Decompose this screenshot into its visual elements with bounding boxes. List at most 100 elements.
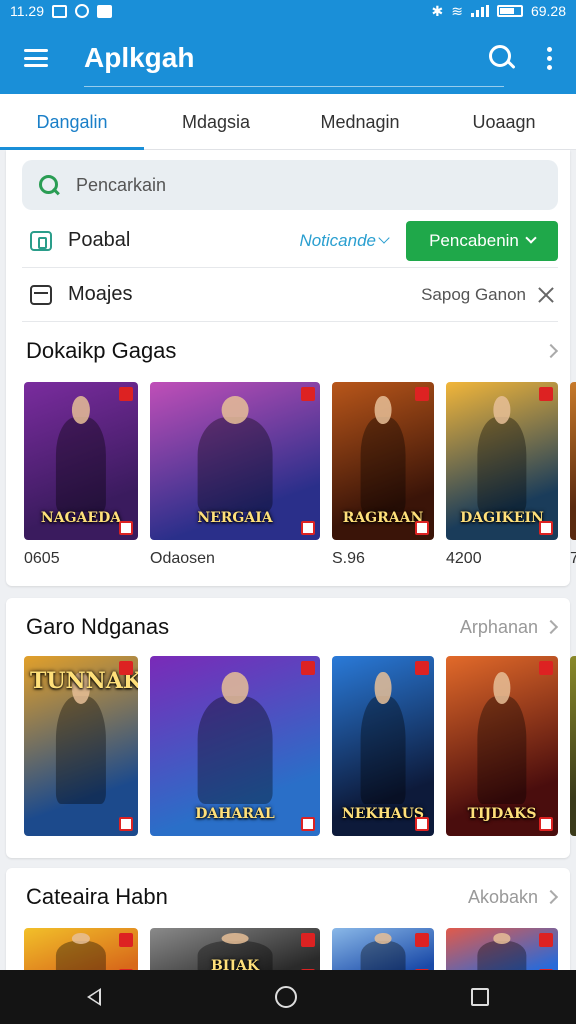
game-item[interactable]: DAHARAL [150,656,320,846]
game-meta: 4200 [446,550,482,567]
more-vert-icon[interactable] [547,46,552,70]
game-meta: S.96 [332,550,365,567]
publisher-badge-icon [301,933,315,947]
filter-row-category: Moajes Sapog Ganon [22,268,558,322]
app-bar: Aplkgah [0,22,576,94]
home-icon[interactable] [275,986,297,1008]
publisher-badge-icon [119,387,133,401]
chevron-down-icon [525,231,537,244]
section-title: Dokaikp Gagas [26,338,177,363]
game-cover[interactable]: NEKHAUS [332,656,434,836]
section-header: Garo Ndganas Arphanan [26,612,559,642]
game-cover[interactable]: NAGAEDA [24,382,138,540]
recents-icon[interactable] [471,988,489,1006]
rating-badge-icon [301,817,315,831]
chevron-right-icon [543,889,559,905]
search-icon [38,174,60,196]
publisher-badge-icon [301,387,315,401]
publisher-badge-icon [539,387,553,401]
primary-dropdown-button[interactable]: Pencabenin [406,220,558,261]
publisher-badge-icon [415,387,429,401]
game-logo: NERGAIA [197,510,273,526]
close-icon[interactable] [536,285,556,305]
game-logo: TIJDAKS [467,806,537,822]
publisher-badge-icon [539,933,553,947]
hero-figure [55,671,107,804]
chevron-right-icon [543,343,559,359]
filter-row-device: Poabal Noticande Pencabenin [22,214,558,268]
publisher-badge-icon [415,933,429,947]
game-item[interactable]: TUNNAK [24,656,138,846]
rating-badge-icon [415,521,429,535]
filter-dropdown-text: Noticande [299,230,376,250]
filter-dropdown-link[interactable]: Noticande [299,230,390,251]
game-cover[interactable]: RAGRAAN [332,382,434,540]
menu-icon[interactable] [24,49,48,67]
game-meta: Odaosen [150,550,215,567]
rating-badge-icon [539,521,553,535]
game-meta: 0605 [24,550,60,567]
rating-badge-icon [301,521,315,535]
game-cover[interactable]: TUNNAK [24,656,138,836]
game-logo: TUNNAK [30,668,138,694]
hero-figure [360,395,406,512]
game-item[interactable]: NERGAIA Odaosen [150,382,320,572]
title-underline [84,86,504,87]
filter-label: Moajes [68,283,133,305]
hero-figure [55,395,107,512]
wifi-icon: ≋ [451,2,463,19]
publisher-badge-icon [119,661,133,675]
sync-notification-icon [75,4,89,18]
section-more-button[interactable] [538,343,559,359]
bluetooth-icon: ✱ [431,2,444,19]
game-item[interactable]: NEKHAUS [332,656,434,846]
hero-figure [477,395,527,512]
game-item[interactable] [570,656,576,846]
app-title: Aplkgah [84,42,195,73]
tab-2[interactable]: Mednagin [288,94,432,149]
game-cover[interactable]: DAHARAL [150,656,320,836]
mail-notification-icon [97,4,112,18]
game-carousel[interactable]: TUNNAK DAHARAL NEKHAUS TIJDAKS [24,656,576,846]
game-item[interactable]: DAGIKEIN 4200 [446,382,558,572]
search-input[interactable] [76,174,496,196]
search-icon[interactable] [487,43,517,73]
signal-icon [470,5,489,17]
game-carousel[interactable]: NAGAEDA 0605 NERGAIA Odaosen RAGRAAN S.96 DAGI… [24,382,576,572]
tab-1[interactable]: Mdagsia [144,94,288,149]
section-header: Dokaikp Gagas [26,336,559,366]
game-cover[interactable] [570,382,576,540]
chevron-right-icon [543,619,559,635]
game-item[interactable]: 7 [570,382,576,572]
game-cover[interactable]: NERGAIA [150,382,320,540]
game-logo: NAGAEDA [40,510,122,526]
game-item[interactable]: NAGAEDA 0605 [24,382,138,572]
section-title: Garo Ndganas [26,614,170,639]
game-cover[interactable]: DAGIKEIN [446,382,558,540]
battery-text: 69.28 [530,3,566,19]
game-meta: 7 [570,550,576,567]
rating-badge-icon [119,521,133,535]
hero-figure [197,671,273,804]
game-cover[interactable]: TIJDAKS [446,656,558,836]
briefcase-icon [30,284,52,305]
hero-figure [360,671,406,804]
search-box[interactable] [22,160,558,210]
rating-badge-icon [415,817,429,831]
section-more-button[interactable]: Akobakn [468,887,559,908]
publisher-badge-icon [301,661,315,675]
app-title-wrap: Aplkgah [84,42,504,87]
game-cover[interactable] [570,656,576,836]
featured-card: Poabal Noticande Pencabenin Moajes Sapog… [6,150,576,586]
section-card: Garo Ndganas Arphanan TUNNAK DAHARAL NEKHA… [6,598,576,858]
filter-value: Sapog Ganon [421,284,526,304]
game-item[interactable]: TIJDAKS [446,656,558,846]
publisher-badge-icon [539,661,553,675]
tab-0[interactable]: Dangalin [0,94,144,150]
back-icon[interactable] [87,988,101,1006]
section-title: Cateaira Habn [26,884,168,909]
section-header: Cateaira Habn Akobakn [26,882,559,912]
game-item[interactable]: RAGRAAN S.96 [332,382,434,572]
tab-3[interactable]: Uoaagn [432,94,576,149]
section-more-button[interactable]: Arphanan [460,617,559,638]
